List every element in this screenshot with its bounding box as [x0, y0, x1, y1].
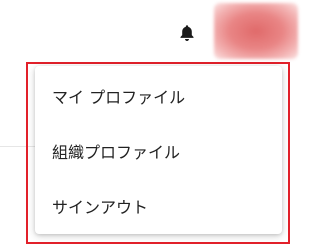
- menu-item-sign-out[interactable]: サインアウト: [35, 178, 282, 233]
- bell-icon[interactable]: [177, 22, 197, 44]
- menu-item-label: 組織プロファイル: [52, 142, 181, 162]
- user-avatar[interactable]: [214, 3, 298, 59]
- page: マイ プロファイル 組織プロファイル サインアウト: [0, 0, 315, 249]
- menu-item-label: サインアウト: [52, 197, 149, 217]
- user-dropdown-menu: マイ プロファイル 組織プロファイル サインアウト: [35, 66, 282, 234]
- menu-item-my-profile[interactable]: マイ プロファイル: [35, 68, 282, 123]
- menu-item-label: マイ プロファイル: [52, 87, 186, 107]
- menu-item-organization-profile[interactable]: 組織プロファイル: [35, 123, 282, 178]
